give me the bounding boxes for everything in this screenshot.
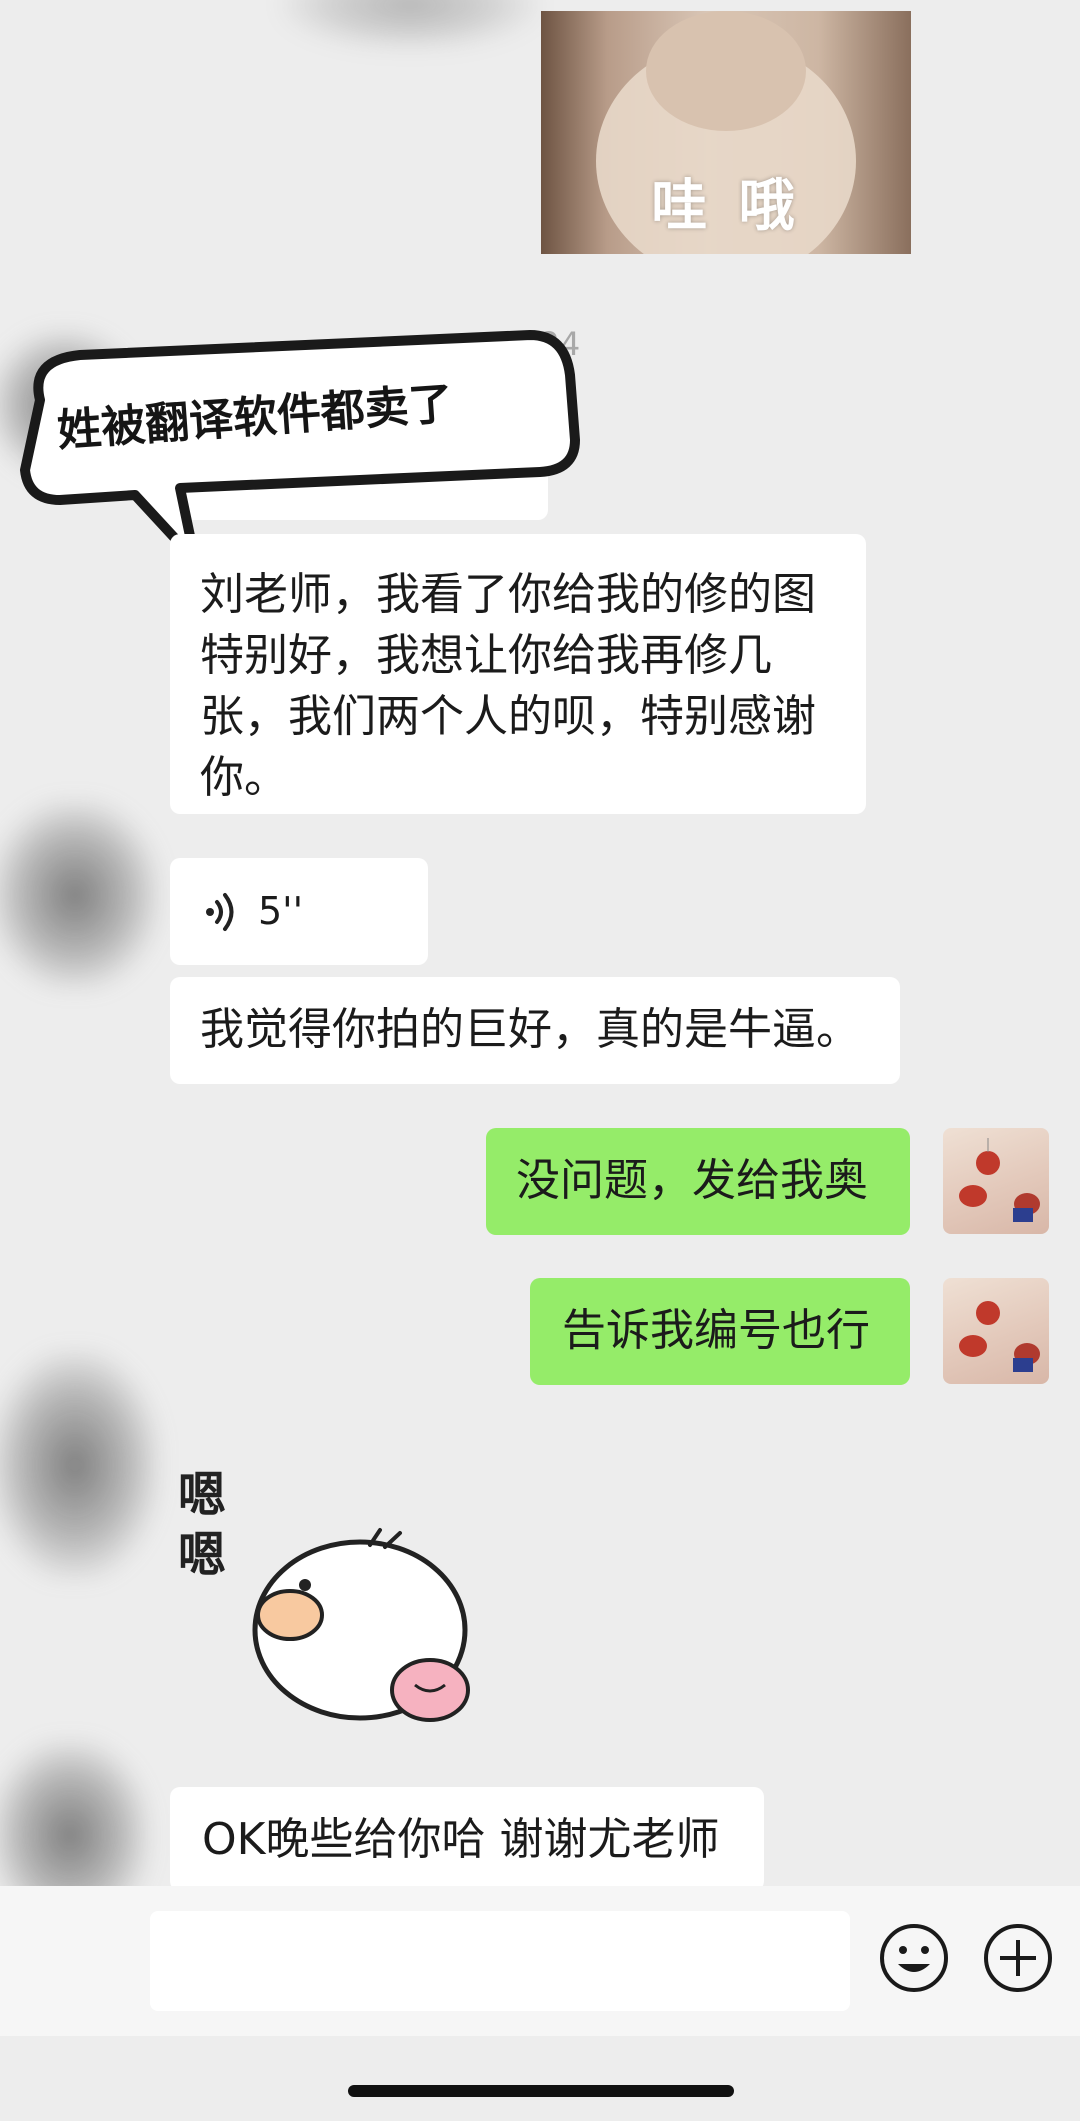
redacted-avatar — [0, 800, 160, 990]
my-avatar[interactable] — [943, 1128, 1049, 1234]
image-caption: 哇 哦 — [651, 174, 801, 239]
spiderman-avatar-icon — [959, 1138, 1040, 1222]
message-bubble[interactable]: OK晚些给你哈 谢谢尤老师 — [170, 1787, 764, 1891]
my-avatar[interactable] — [943, 1278, 1049, 1384]
message-text: 刘老师，我看了你给我的修的图特别好，我想让你给我再修几张，我们两个人的呗，特别感… — [200, 569, 816, 803]
message-input[interactable] — [150, 1911, 850, 2011]
voice-message-bubble[interactable]: 5'' — [170, 858, 428, 965]
message-text: 我觉得你拍的巨好，真的是牛逼。 — [200, 1004, 860, 1055]
redacted-top — [280, 0, 540, 50]
sticker-message[interactable]: 嗯嗯 — [170, 1465, 490, 1735]
redacted-avatar — [0, 1350, 160, 1580]
input-bar — [0, 1886, 1080, 2036]
voice-wave-icon — [206, 893, 234, 931]
voice-duration: 5'' — [258, 889, 304, 933]
plus-icon[interactable] — [982, 1922, 1054, 1994]
sticker-text: 嗯嗯 — [178, 1467, 227, 1583]
home-indicator[interactable] — [348, 2085, 734, 2097]
image-message[interactable]: 哇 哦 — [541, 11, 911, 254]
message-text: 没问题，发给我奥 — [516, 1155, 868, 1206]
message-bubble[interactable]: 我觉得你拍的巨好，真的是牛逼。 — [170, 977, 900, 1084]
duck-sticker-icon — [252, 1528, 470, 1722]
emoji-icon[interactable] — [878, 1922, 950, 1994]
sent-message-bubble[interactable]: 告诉我编号也行 — [530, 1278, 910, 1385]
message-bubble[interactable]: 刘老师，我看了你给我的修的图特别好，我想让你给我再修几张，我们两个人的呗，特别感… — [170, 534, 866, 814]
sent-message-bubble[interactable]: 没问题，发给我奥 — [486, 1128, 910, 1235]
message-text: 告诉我编号也行 — [562, 1305, 870, 1356]
spiderman-avatar-icon — [959, 1301, 1040, 1372]
message-text: OK晚些给你哈 谢谢尤老师 — [202, 1814, 720, 1865]
